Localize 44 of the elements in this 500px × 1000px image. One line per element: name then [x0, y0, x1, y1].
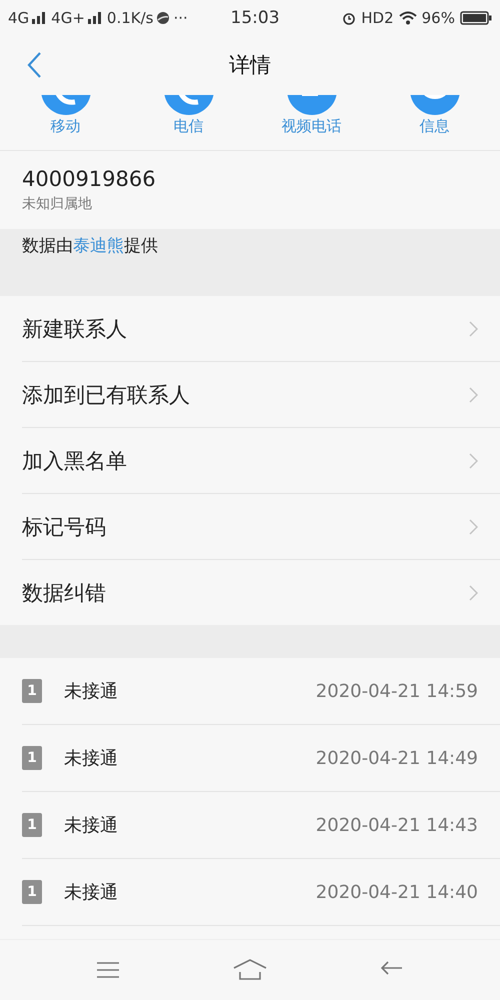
- call-time: 2020-04-21 14:43: [316, 814, 478, 836]
- phone-icon[interactable]: [164, 95, 214, 115]
- menu-item[interactable]: 标记号码: [22, 494, 500, 560]
- menu-icon[interactable]: [96, 961, 120, 979]
- call-time: 2020-04-21 14:59: [316, 680, 478, 702]
- call-status: 未接通: [64, 881, 119, 904]
- sim-card-icon: 1: [22, 880, 42, 904]
- hd-text: HD2: [361, 8, 394, 26]
- source-text: 数据由: [22, 234, 73, 256]
- menu-item[interactable]: 数据纠错: [22, 560, 500, 625]
- wifi-icon: [398, 10, 417, 24]
- call-status: 未接通: [64, 680, 119, 703]
- menu-item[interactable]: 添加到已有联系人: [22, 362, 500, 428]
- phone-icon[interactable]: [40, 95, 90, 115]
- chevron-icon: [469, 452, 478, 468]
- network-label: 4G: [8, 8, 30, 26]
- phone-number: 4000919866: [22, 167, 157, 191]
- source-text: 提供: [124, 234, 158, 256]
- battery-text: 96%: [422, 8, 455, 26]
- call-time: 2020-04-21 14:49: [316, 748, 478, 768]
- chevron-icon: [469, 320, 478, 336]
- speed-text: 0.1K/s: [106, 8, 154, 26]
- more-text: ···: [173, 8, 188, 26]
- battery-icon: [460, 10, 492, 24]
- call-status: 未接通: [64, 814, 119, 837]
- sim-card-icon: 1: [22, 746, 42, 770]
- chevron-icon: [469, 518, 478, 534]
- back-icon[interactable]: [26, 51, 42, 79]
- signal-icon: [88, 12, 104, 24]
- menu-item[interactable]: 加入黑名单: [22, 428, 500, 494]
- sim-card-icon: 1: [22, 813, 42, 837]
- location-text: 未知归属地: [22, 195, 93, 213]
- globe-icon: [156, 10, 170, 24]
- home-icon[interactable]: [232, 959, 267, 981]
- chevron-icon: [469, 584, 478, 600]
- page-title: 详情: [229, 52, 271, 79]
- network-label: 4G+: [51, 8, 85, 26]
- call-status: 未接通: [64, 747, 119, 770]
- menu-item[interactable]: 新建联系人: [22, 296, 500, 362]
- call-time: 2020-04-21 14:40: [316, 882, 478, 902]
- sim-card-icon: 1: [22, 679, 42, 703]
- alarm-icon: [342, 10, 356, 24]
- chevron-icon: [469, 386, 478, 402]
- clock-time: 15:03: [230, 8, 280, 28]
